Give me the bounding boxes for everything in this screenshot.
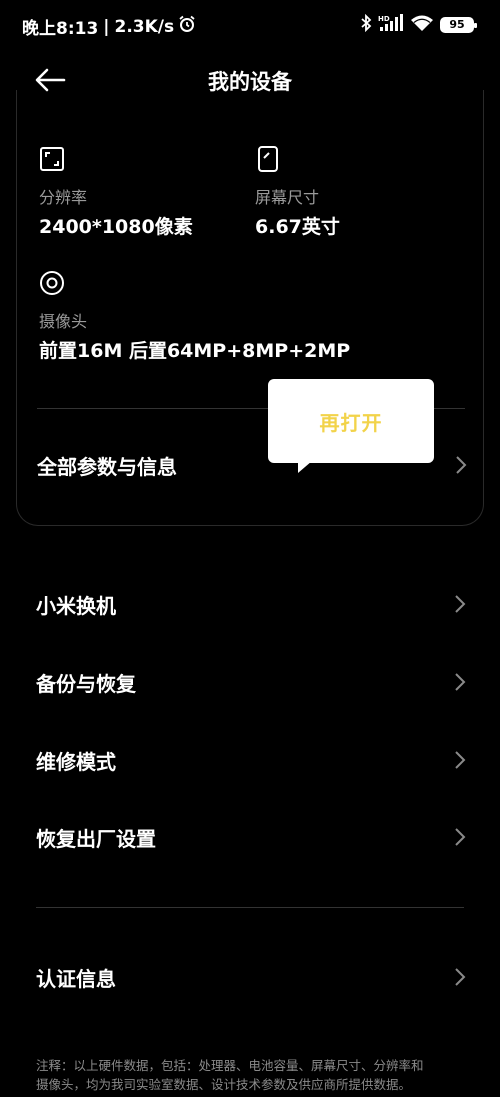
all-params-label: 全部参数与信息	[37, 454, 177, 479]
my-device-screen: 晚上8:13 | 2.3K/s HD 95 我的设备 分辨率 2400*1080…	[0, 0, 500, 1097]
certification-label: 认证信息	[36, 966, 116, 991]
section-divider	[36, 907, 464, 908]
chevron-right-icon	[455, 673, 466, 691]
screen-size-value: 6.67英寸	[255, 216, 340, 238]
battery-icon: 95	[440, 17, 477, 33]
menu-item-factory-reset[interactable]: 恢复出厂设置	[36, 817, 466, 857]
status-time: 晚上8:13	[22, 19, 99, 39]
battery-level: 95	[449, 18, 465, 31]
camera-icon	[40, 271, 64, 295]
menu-item-backup-restore[interactable]: 备份与恢复	[36, 662, 466, 702]
footnote-line-2: 摄像头，均为我司实验室数据、设计技术参数及供应商所提供数据。	[36, 1077, 412, 1092]
tooltip-text: 再打开	[319, 410, 383, 435]
chevron-right-icon	[455, 968, 466, 986]
wifi-icon	[410, 14, 434, 36]
screen-size-icon	[258, 146, 278, 172]
alarm-icon	[178, 15, 196, 38]
resolution-icon	[40, 147, 64, 171]
tooltip-tail	[298, 461, 312, 473]
menu-item-label: 小米换机	[36, 593, 116, 618]
menu-item-label: 维修模式	[36, 749, 116, 774]
camera-value: 前置16M 后置64MP+8MP+2MP	[39, 340, 351, 362]
spec-screen-size: 屏幕尺寸 6.67英寸	[255, 146, 340, 239]
spec-resolution: 分辨率 2400*1080像素	[39, 146, 193, 239]
status-bar: 晚上8:13 | 2.3K/s HD 95	[0, 0, 500, 48]
status-right: HD 95	[360, 13, 477, 36]
screen-size-label: 屏幕尺寸	[255, 188, 320, 207]
bluetooth-icon	[360, 13, 372, 36]
svg-text:HD: HD	[378, 15, 390, 23]
footnote: 注释：以上硬件数据，包括：处理器、电池容量、屏幕尺寸、分辨率和 摄像头，均为我司…	[36, 1056, 466, 1094]
menu-item-xiaomi-switch[interactable]: 小米换机	[36, 584, 466, 624]
spec-camera: 摄像头 前置16M 后置64MP+8MP+2MP	[39, 270, 350, 363]
resolution-value: 2400*1080像素	[39, 216, 193, 238]
status-left: 晚上8:13 | 2.3K/s	[22, 14, 196, 39]
certification-row[interactable]: 认证信息	[36, 957, 466, 997]
menu-item-repair-mode[interactable]: 维修模式	[36, 740, 466, 780]
menu-item-label: 备份与恢复	[36, 671, 136, 696]
chevron-right-icon	[456, 456, 467, 474]
network-speed: 2.3K/s	[114, 16, 175, 37]
hd-signal-icon: HD	[378, 14, 404, 36]
resolution-label: 分辨率	[39, 188, 88, 207]
chevron-right-icon	[455, 828, 466, 846]
reopen-tooltip[interactable]: 再打开	[268, 379, 434, 473]
footnote-line-1: 注释：以上硬件数据，包括：处理器、电池容量、屏幕尺寸、分辨率和	[36, 1058, 424, 1073]
menu-item-label: 恢复出厂设置	[36, 826, 156, 851]
chevron-right-icon	[455, 595, 466, 613]
camera-label: 摄像头	[39, 312, 88, 331]
status-separator: |	[103, 16, 110, 37]
chevron-right-icon	[455, 751, 466, 769]
